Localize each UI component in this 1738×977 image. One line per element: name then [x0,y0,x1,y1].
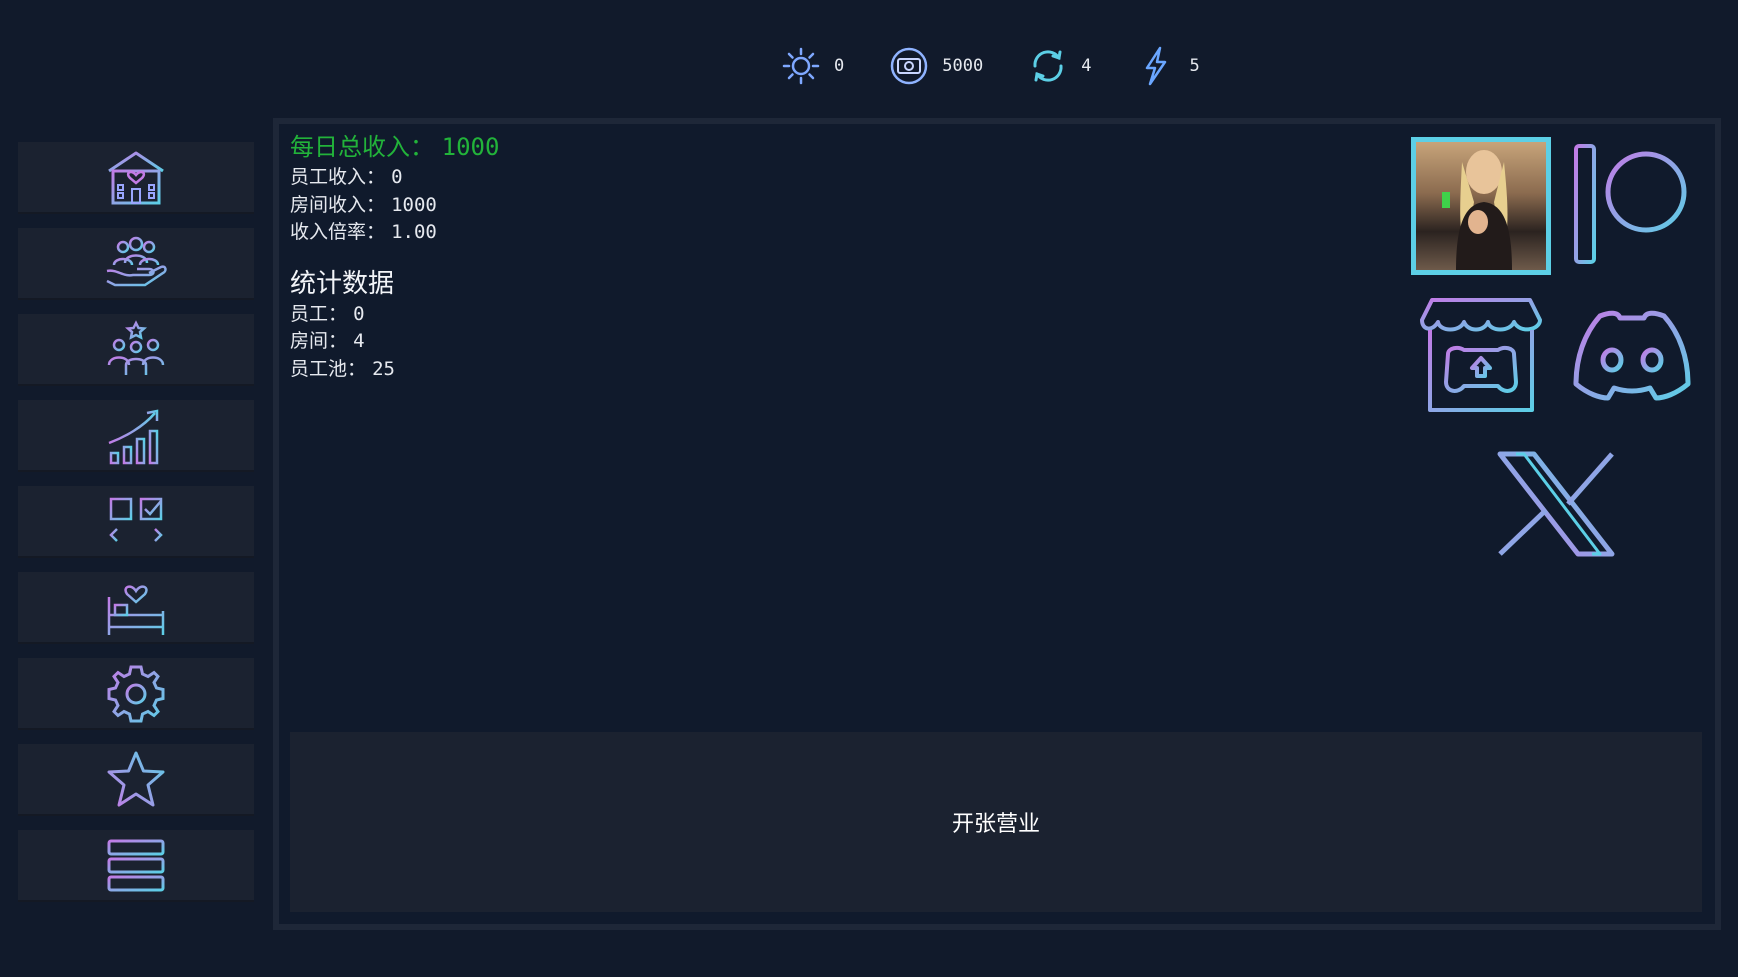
room-count-value: 4 [353,330,365,352]
room-income-label: 房间收入： [290,193,386,216]
room-count-line: 房间： 4 [290,328,499,356]
room-income-value: 1000 [391,193,437,216]
total-income-line: 每日总收入： 1000 [290,130,499,164]
staff-hand-icon [106,236,167,287]
sidebar-item-staff[interactable] [18,228,254,300]
energy-value: 5 [1189,56,1200,76]
sidebar-item-menu[interactable] [18,830,254,902]
sidebar-item-house[interactable] [18,142,254,214]
staff-count-value: 0 [353,302,365,325]
room-income-line: 房间收入： 1000 [290,192,499,220]
character-portrait[interactable] [1411,137,1551,275]
staff-pool-label: 员工池： [290,357,367,380]
open-business-label: 开张营业 [951,812,1040,837]
discord-link[interactable] [1570,308,1694,402]
reputation-value: 0 [834,56,845,76]
income-multiplier-label: 收入倍率： [290,221,386,243]
patreon-link[interactable] [1572,142,1690,268]
growth-chart-icon [108,409,159,465]
menu-icon [107,839,165,892]
money-icon [891,47,928,85]
character-silhouette [1442,150,1512,270]
income-multiplier-line: 收入倍率： 1.00 [290,219,499,247]
x-twitter-link[interactable] [1494,450,1618,558]
money-value: 5000 [942,56,984,76]
staff-income-value: 0 [391,166,403,188]
turns-value: 4 [1081,56,1092,76]
open-business-button[interactable]: 开张营业 [290,732,1702,912]
staff-count-line: 员工： 0 [290,301,499,329]
turns-resource: 4 [1027,45,1091,87]
energy-resource: 5 [1135,45,1200,87]
sidebar-item-favorites[interactable] [18,744,254,816]
lightning-icon [1146,46,1167,86]
x-twitter-icon [1497,451,1615,557]
staff-income-line: 员工收入： 0 [290,164,499,192]
sidebar-item-rooms[interactable] [18,572,254,644]
itch-io-link[interactable] [1418,296,1544,416]
refresh-icon [1033,50,1063,82]
room-count-label: 房间： [290,330,348,352]
sidebar [18,142,254,916]
bed-heart-icon [107,585,165,635]
sidebar-item-growth[interactable] [18,400,254,472]
discord-icon [1573,310,1691,401]
reputation-resource: 0 [780,45,844,87]
statistics-title: 统计数据 [290,268,395,299]
sun-gear-icon [782,47,820,85]
staff-pool-line: 员工池： 25 [290,356,499,384]
income-stats: 每日总收入： 1000 员工收入： 0 房间收入： 1000 收入倍率： 1.0… [290,130,499,383]
income-multiplier-value: 1.00 [391,221,437,243]
staff-income-label: 员工收入： [290,166,386,188]
total-income-value: 1000 [441,133,500,161]
sidebar-item-tasks[interactable] [18,486,254,558]
staff-pool-value: 25 [372,357,395,380]
checklist-swap-icon [109,497,163,542]
house-heart-icon [108,151,164,205]
staff-count-label: 员工： [290,302,348,325]
resource-bar: 0 5000 4 5 [780,38,1244,94]
total-income-label: 每日总收入： [290,133,434,161]
itch-io-icon [1420,298,1542,412]
team-star-icon [107,320,165,375]
money-resource: 5000 [888,45,983,87]
sidebar-item-settings[interactable] [18,658,254,730]
gear-icon [107,665,165,723]
sidebar-item-team[interactable] [18,314,254,386]
star-icon [107,751,165,807]
patreon-icon [1574,144,1687,264]
